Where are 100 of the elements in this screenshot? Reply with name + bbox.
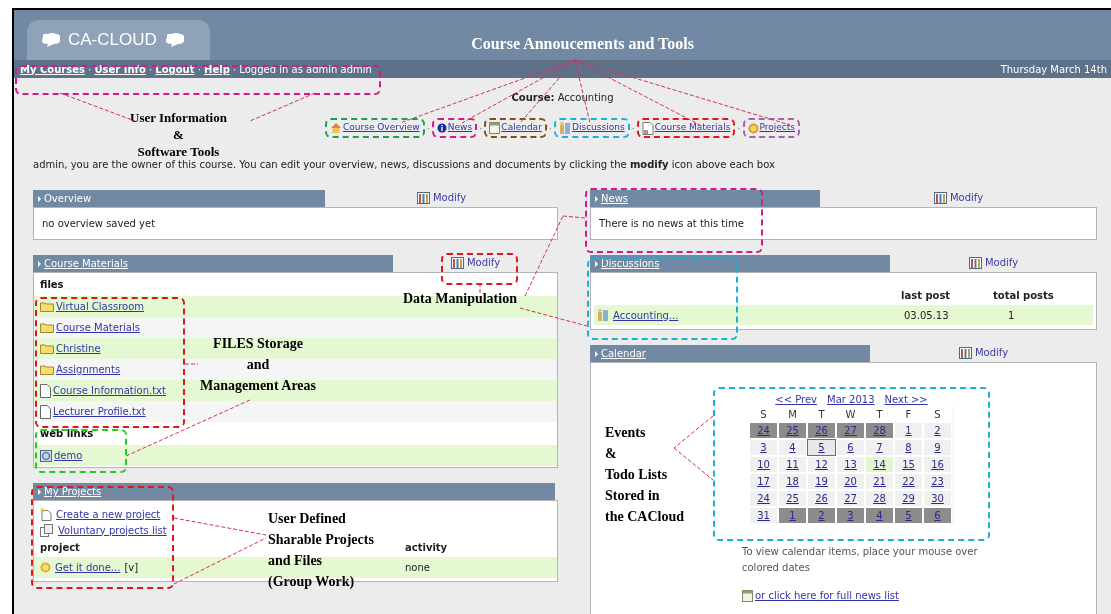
next-link[interactable]: Next >> xyxy=(884,391,928,407)
news-list-link[interactable]: or click here for full news list xyxy=(755,588,899,603)
file-link[interactable]: Course Materials xyxy=(56,320,140,335)
tool-link[interactable]: Course Materials xyxy=(654,121,731,135)
panel-text: no overview saved yet xyxy=(41,217,157,231)
action-link[interactable]: Voluntary projects list xyxy=(58,522,167,538)
tool-link[interactable]: Calendar xyxy=(501,121,542,135)
topic-link[interactable]: Accounting... xyxy=(613,307,679,323)
panel-title[interactable]: News xyxy=(601,191,629,206)
separator: · xyxy=(231,63,238,75)
annotation-label: Data Manipulation xyxy=(403,290,517,308)
modify-link[interactable]: Modify xyxy=(450,255,501,270)
day-link[interactable]: 14 xyxy=(873,457,886,472)
panel-title[interactable]: Course Materials xyxy=(44,256,128,271)
weekday-label: F xyxy=(894,407,923,422)
house-icon xyxy=(330,122,342,134)
day-link[interactable]: 28 xyxy=(873,423,886,438)
page-title: Course Annoucements and Tools xyxy=(471,35,694,52)
leader-line xyxy=(184,363,199,365)
tool-link[interactable]: News xyxy=(447,121,473,135)
day-link[interactable]: 6 xyxy=(934,508,941,523)
day-link[interactable]: 4 xyxy=(789,440,796,455)
file-link[interactable]: Course Information.txt xyxy=(53,383,166,398)
triangle-icon xyxy=(595,350,598,357)
columns-icon xyxy=(968,256,982,269)
action-link[interactable]: Create a new project xyxy=(56,506,161,522)
file-icon xyxy=(40,404,51,419)
day-link[interactable]: 4 xyxy=(876,508,883,523)
panel-title[interactable]: Discussions xyxy=(601,256,660,271)
project-link[interactable]: Get it done... xyxy=(55,560,121,575)
columns-icon xyxy=(958,346,972,359)
columns-icon xyxy=(450,256,464,269)
weekday-label: M xyxy=(778,407,807,422)
day-link[interactable]: 31 xyxy=(757,508,770,523)
owner-note: admin, you are the owner of this course. You can edit your overview, news, discussions and documents by clicking the modify icon above each box xyxy=(33,158,776,171)
table-cell-text: none xyxy=(405,561,430,575)
day-link[interactable]: 24 xyxy=(757,491,770,506)
modify-link[interactable]: Modify xyxy=(968,255,1019,270)
modify-link[interactable]: Modify xyxy=(933,190,984,205)
tool-link[interactable]: Projects xyxy=(759,121,795,135)
column-header: total posts xyxy=(993,288,1054,303)
day-link[interactable]: 13 xyxy=(844,457,857,472)
day-link[interactable]: 29 xyxy=(902,491,915,506)
weekday-label: T xyxy=(807,407,836,422)
day-link[interactable]: 5 xyxy=(818,440,825,455)
day-link[interactable]: 25 xyxy=(786,491,799,506)
course-label: Course: xyxy=(511,92,555,103)
file-link[interactable]: Assignments xyxy=(56,362,121,377)
version-tag: [v] xyxy=(124,560,139,575)
day-link[interactable]: 6 xyxy=(847,440,854,455)
web-link[interactable]: demo xyxy=(54,448,83,463)
day-link[interactable]: 10 xyxy=(757,457,770,472)
month-link[interactable]: Mar 2013 xyxy=(827,391,875,407)
day-link[interactable]: 26 xyxy=(815,423,828,438)
separator: · xyxy=(631,121,635,136)
day-link[interactable]: 20 xyxy=(844,474,857,489)
login-status: Logged in as admin admin xyxy=(239,63,372,75)
file-icon xyxy=(40,383,51,398)
day-link[interactable]: 26 xyxy=(815,491,828,506)
tool-link[interactable]: Discussions xyxy=(572,121,625,135)
day-link[interactable]: 15 xyxy=(902,457,915,472)
calendar-icon xyxy=(489,122,501,134)
file-link[interactable]: Virtual Classroom xyxy=(56,299,145,314)
day-link[interactable]: 19 xyxy=(815,474,828,489)
day-link[interactable]: 16 xyxy=(931,457,944,472)
day-link[interactable]: 28 xyxy=(873,491,886,506)
day-link[interactable]: 8 xyxy=(905,440,912,455)
modify-link[interactable]: Modify xyxy=(958,345,1009,360)
day-link[interactable]: 7 xyxy=(876,440,883,455)
day-link[interactable]: 12 xyxy=(815,457,828,472)
annotation-label: FILES Storage and Management Areas xyxy=(200,335,316,395)
tool-link[interactable]: Course Overview xyxy=(343,121,420,135)
columns-icon xyxy=(933,191,947,204)
day-link[interactable]: 1 xyxy=(905,423,912,438)
panel-title[interactable]: Calendar xyxy=(601,346,646,361)
panel-title[interactable]: My Projects xyxy=(44,484,102,499)
file-link[interactable]: Lecturer Profile.txt xyxy=(53,404,146,419)
day-link[interactable]: 9 xyxy=(934,440,941,455)
day-link[interactable]: 2 xyxy=(934,423,941,438)
user-link[interactable]: Logout xyxy=(155,63,195,75)
day-link[interactable]: 1 xyxy=(789,508,796,523)
day-link[interactable]: 30 xyxy=(931,491,944,506)
weekday-label: S xyxy=(923,407,952,422)
day-link[interactable]: 3 xyxy=(760,440,767,455)
prev-link[interactable]: << Prev xyxy=(775,391,817,407)
leader-line xyxy=(673,447,714,481)
day-link[interactable]: 18 xyxy=(786,474,799,489)
day-link[interactable]: 11 xyxy=(786,457,799,472)
modify-link[interactable]: Modify xyxy=(416,190,467,205)
logo-text: CA-CLOUD xyxy=(68,29,157,52)
day-link[interactable]: 17 xyxy=(757,474,770,489)
file-link[interactable]: Christine xyxy=(56,341,101,356)
user-link[interactable]: Help xyxy=(204,63,230,75)
column-header: last post xyxy=(901,288,951,303)
day-link[interactable]: 22 xyxy=(902,474,915,489)
day-link[interactable]: 21 xyxy=(873,474,886,489)
panel-title: Overview xyxy=(44,192,92,206)
day-link[interactable]: 27 xyxy=(844,491,857,506)
day-link[interactable]: 5 xyxy=(905,508,912,523)
day-link[interactable]: 23 xyxy=(931,474,944,489)
